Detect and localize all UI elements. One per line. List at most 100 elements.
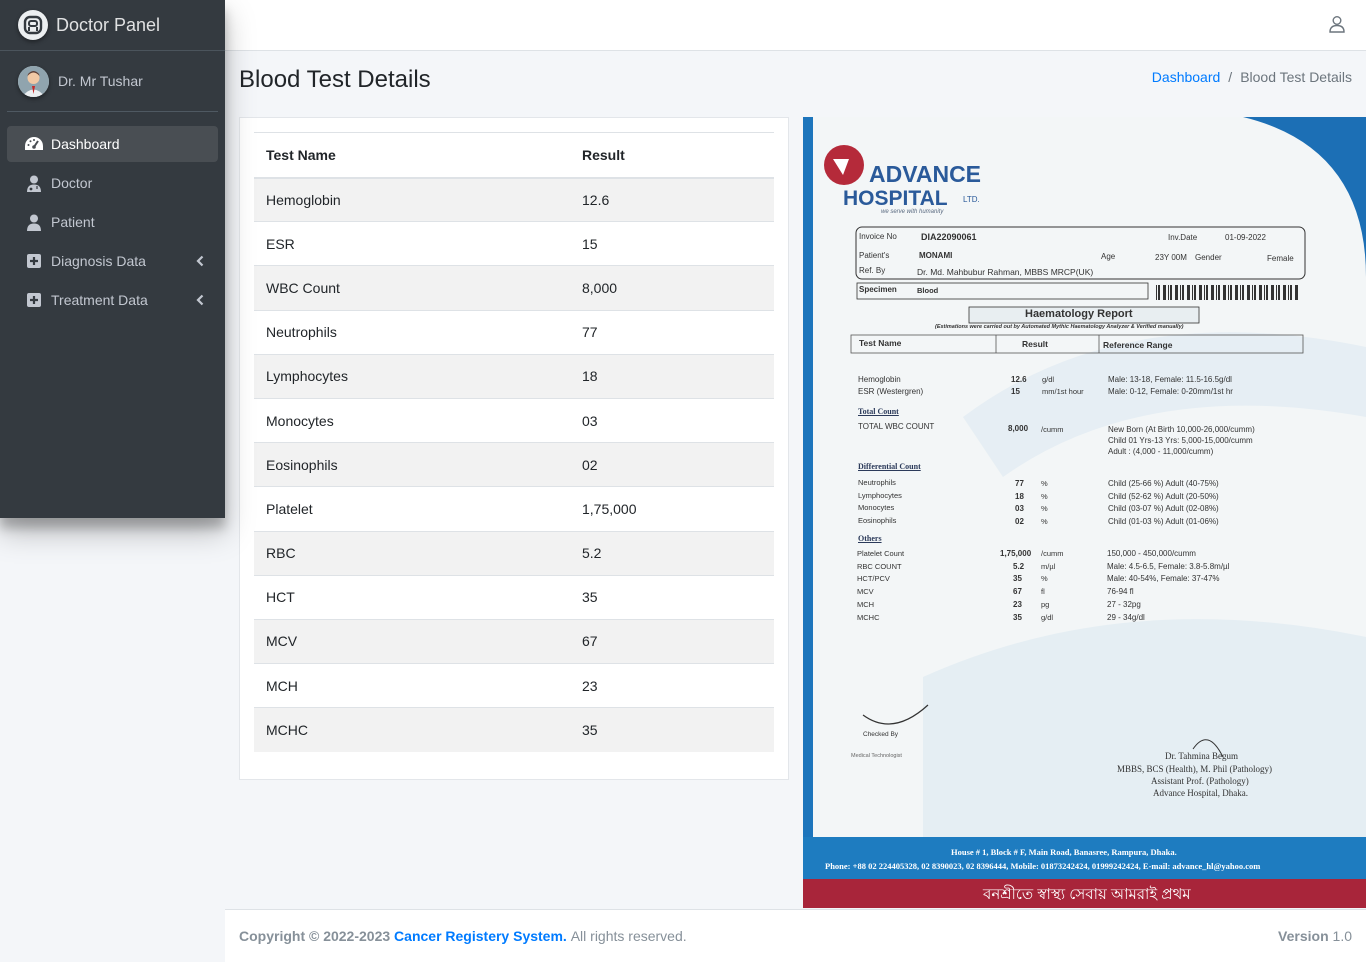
report-invoice-label: Invoice No: [859, 232, 897, 241]
page-title: Blood Test Details: [239, 66, 431, 93]
footer-rights: All rights reserved.: [570, 928, 687, 944]
barcode-bar: [1228, 285, 1229, 300]
barcode-bar: [1158, 285, 1160, 300]
report-test-reference: Adult : (4,000 - 11,000/cumm): [1108, 447, 1214, 456]
report-doctor-name: Dr. Tahmina Begum: [1165, 751, 1238, 761]
report-test-name: Hemoglobin: [858, 375, 901, 384]
report-test-reference: 150,000 - 450,000/cumm: [1107, 549, 1196, 558]
report-test-result: 02: [1015, 516, 1024, 526]
report-test-name: MCV: [857, 587, 874, 597]
table-row: Hemoglobin 12.6: [254, 176, 774, 222]
report-title: Haematology Report: [1025, 308, 1133, 320]
tachometer-icon: [24, 134, 44, 154]
report-specimen-label: Specimen: [859, 285, 897, 294]
brand-logo-icon: [18, 10, 48, 40]
sidebar: Doctor Panel Dr. Mr Tushar Dashboard Doc…: [0, 0, 225, 518]
sidebar-item-treatment-data[interactable]: Treatment Data: [7, 282, 218, 318]
report-test-reference: 76-94 fl: [1107, 587, 1134, 597]
breadcrumb-current: Blood Test Details: [1240, 69, 1352, 85]
cell-result: 77: [570, 309, 774, 355]
plus-square-icon: [24, 290, 44, 310]
sidebar-item-diagnosis-data[interactable]: Diagnosis Data: [7, 243, 218, 279]
report-specimen: Blood: [917, 286, 939, 295]
report-test-result: 03: [1015, 504, 1024, 513]
report-test-unit: m/µl: [1041, 561, 1056, 571]
report-test-unit: mm/1st hour: [1042, 387, 1084, 396]
report-test-reference: 27 - 32pg: [1107, 599, 1141, 609]
report-col-ref: Reference Range: [1103, 340, 1173, 350]
report-diff-count-heading: Differential Count: [858, 462, 921, 471]
cell-test-name: Monocytes: [254, 397, 570, 443]
report-hospital-name-2: HOSPITAL: [843, 187, 948, 210]
cell-test-name: Eosinophils: [254, 442, 570, 487]
report-tagline: we serve with humanity: [881, 209, 944, 215]
barcode-bar: [1182, 285, 1184, 300]
report-total-count-heading: Total Count: [858, 407, 899, 416]
report-doctor-position: Assistant Prof. (Pathology): [1151, 776, 1249, 786]
report-refby: Dr. Md. Mahbubur Rahman, MBBS MRCP(UK): [917, 267, 1094, 277]
report-test-result: 12.6: [1011, 375, 1027, 384]
barcode-bar: [1223, 285, 1226, 300]
barcode-bar: [1295, 285, 1298, 300]
user-account-icon[interactable]: [1328, 15, 1346, 33]
table-row: HCT 35: [254, 574, 774, 620]
breadcrumb-home-link[interactable]: Dashboard: [1152, 69, 1221, 85]
report-test-reference: Child 01 Yrs-13 Yrs: 5,000-15,000/cumm: [1108, 436, 1253, 445]
footer-version-label: Version: [1278, 928, 1329, 944]
report-patient-label: Patient's: [859, 251, 890, 260]
user-panel[interactable]: Dr. Mr Tushar: [7, 51, 218, 112]
brand-link[interactable]: Doctor Panel: [0, 0, 225, 51]
barcode-bar: [1254, 285, 1256, 300]
report-col-test: Test Name: [859, 338, 902, 348]
report-test-unit: g/dl: [1041, 612, 1054, 622]
report-test-result: 77: [1015, 479, 1024, 488]
table-row: WBC Count 8,000: [254, 265, 774, 311]
barcode-bar: [1266, 285, 1268, 300]
barcode: [1156, 285, 1300, 300]
column-header-test-name: Test Name: [254, 132, 570, 179]
barcode-bar: [1271, 285, 1274, 300]
breadcrumb: Dashboard / Blood Test Details: [1152, 69, 1352, 85]
blood-report-image: ADVANCE HOSPITAL LTD. we serve with huma…: [803, 117, 1366, 908]
avatar: [18, 65, 49, 97]
user-icon: [24, 212, 44, 232]
sidebar-item-patient[interactable]: Patient: [7, 204, 218, 240]
report-test-unit: fl: [1041, 587, 1045, 597]
brand-title: Doctor Panel: [56, 14, 161, 35]
report-age: 23Y 00M: [1155, 253, 1187, 262]
report-test-result: 18: [1015, 491, 1024, 501]
cell-test-name: Lymphocytes: [254, 353, 570, 399]
sidebar-item-dashboard[interactable]: Dashboard: [7, 126, 218, 162]
report-test-unit: g/dl: [1042, 375, 1055, 384]
report-test-reference: Male: 40-54%, Female: 37-47%: [1107, 574, 1220, 584]
footer-copyright: Copyright © 2022-2023: [239, 928, 391, 944]
sidebar-nav: Dashboard Doctor Patient Diagnosis Data: [0, 126, 225, 318]
report-address: House # 1, Block # F, Main Road, Banasre…: [951, 847, 1177, 857]
table-row: Neutrophils 77: [254, 309, 774, 355]
report-gender: Female: [1267, 254, 1294, 263]
table-row: Eosinophils 02: [254, 442, 774, 487]
report-test-name: RBC COUNT: [857, 561, 902, 571]
report-test-result: 35: [1013, 574, 1022, 584]
footer-version: Version 1.0: [1278, 928, 1352, 944]
sidebar-item-doctor[interactable]: Doctor: [7, 165, 218, 201]
report-technologist: Medical Technologist: [851, 753, 902, 759]
barcode-bar: [1288, 285, 1289, 300]
report-invdate-label: Inv.Date: [1168, 233, 1198, 242]
barcode-bar: [1175, 285, 1178, 300]
report-test-name: ESR (Westergren): [858, 387, 924, 396]
report-col-result: Result: [1022, 339, 1048, 349]
barcode-bar: [1230, 285, 1232, 300]
sidebar-item-label: Dashboard: [51, 136, 120, 152]
sidebar-item-label: Doctor: [51, 175, 93, 191]
barcode-bar: [1247, 285, 1250, 300]
barcode-bar: [1278, 285, 1280, 300]
breadcrumb-separator: /: [1228, 69, 1233, 85]
report-refby-label: Ref. By: [859, 266, 886, 275]
report-test-unit: %: [1041, 574, 1048, 584]
report-test-result: 15: [1011, 387, 1020, 396]
report-age-label: Age: [1101, 252, 1116, 261]
cell-result: 02: [570, 442, 774, 487]
report-test-unit: /cumm: [1041, 425, 1064, 434]
footer-site-link[interactable]: Cancer Registery System.: [394, 928, 567, 944]
